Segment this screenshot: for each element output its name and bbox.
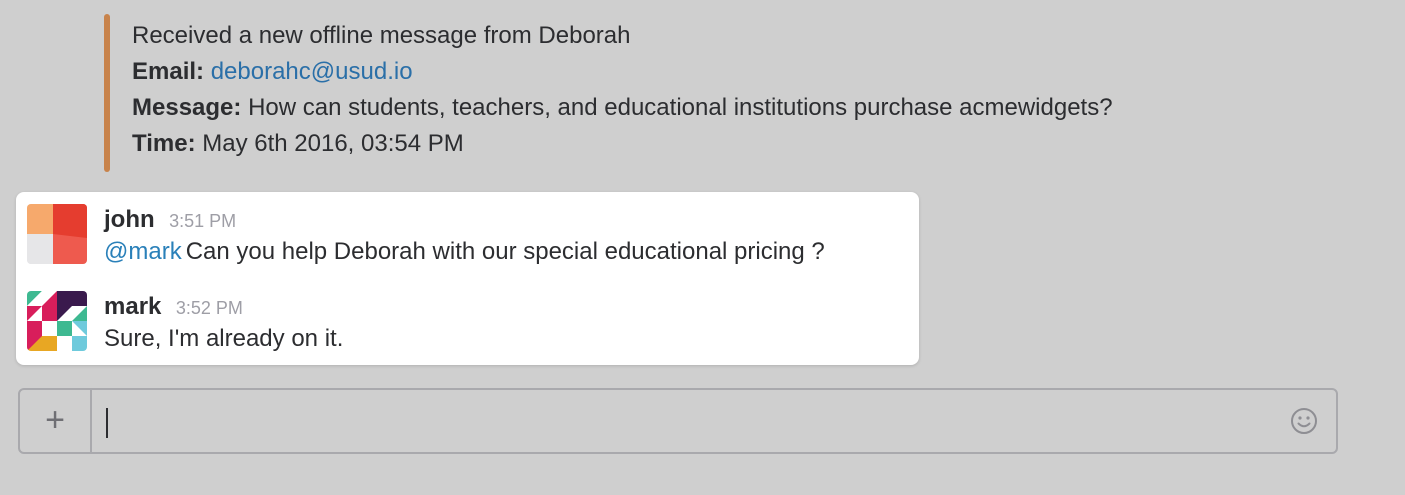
attachment-intro: Received a new offline message from Debo… xyxy=(132,22,631,49)
email-label: Email: xyxy=(132,58,205,85)
message-text: Sure, I'm already on it. xyxy=(104,325,344,352)
message-value: How can students, teachers, and educatio… xyxy=(248,94,1113,121)
username[interactable]: mark xyxy=(104,293,161,320)
message-label: Message: xyxy=(132,94,242,121)
mark-avatar-icon[interactable] xyxy=(27,291,87,351)
username[interactable]: john xyxy=(104,206,155,233)
message-input[interactable] xyxy=(104,400,1288,442)
email-link[interactable]: deborahc@usud.io xyxy=(211,58,413,85)
attachment-message-row: Message: How can students, teachers, and… xyxy=(132,90,1113,126)
timestamp[interactable]: 3:52 PM xyxy=(176,298,243,318)
message-header: john 3:51 PM xyxy=(104,203,236,237)
time-value: May 6th 2016, 03:54 PM xyxy=(202,130,464,157)
attachment-email-row: Email: deborahc@usud.io xyxy=(132,54,1113,90)
messages-panel: john 3:51 PM @mark Can you help Deborah w… xyxy=(16,192,919,365)
message-body: Sure, I'm already on it. xyxy=(104,324,343,354)
attachment-accent-bar xyxy=(104,14,110,172)
john-avatar-icon[interactable] xyxy=(27,204,87,264)
user-mention[interactable]: @mark xyxy=(104,238,182,265)
timestamp[interactable]: 3:51 PM xyxy=(169,211,236,231)
message-text: Can you help Deborah with our special ed… xyxy=(185,238,825,265)
plus-icon[interactable]: + xyxy=(20,390,92,452)
time-label: Time: xyxy=(132,130,196,157)
offline-message-attachment: Received a new offline message from Debo… xyxy=(104,14,1254,172)
message-body: @mark Can you help Deborah with our speci… xyxy=(104,237,825,267)
smiley-icon[interactable] xyxy=(1290,407,1318,435)
attachment-content: Received a new offline message from Debo… xyxy=(132,18,1113,162)
text-caret xyxy=(106,408,108,438)
attachment-time-row: Time: May 6th 2016, 03:54 PM xyxy=(132,126,1113,162)
message-header: mark 3:52 PM xyxy=(104,290,243,324)
message-composer: + xyxy=(18,388,1338,454)
